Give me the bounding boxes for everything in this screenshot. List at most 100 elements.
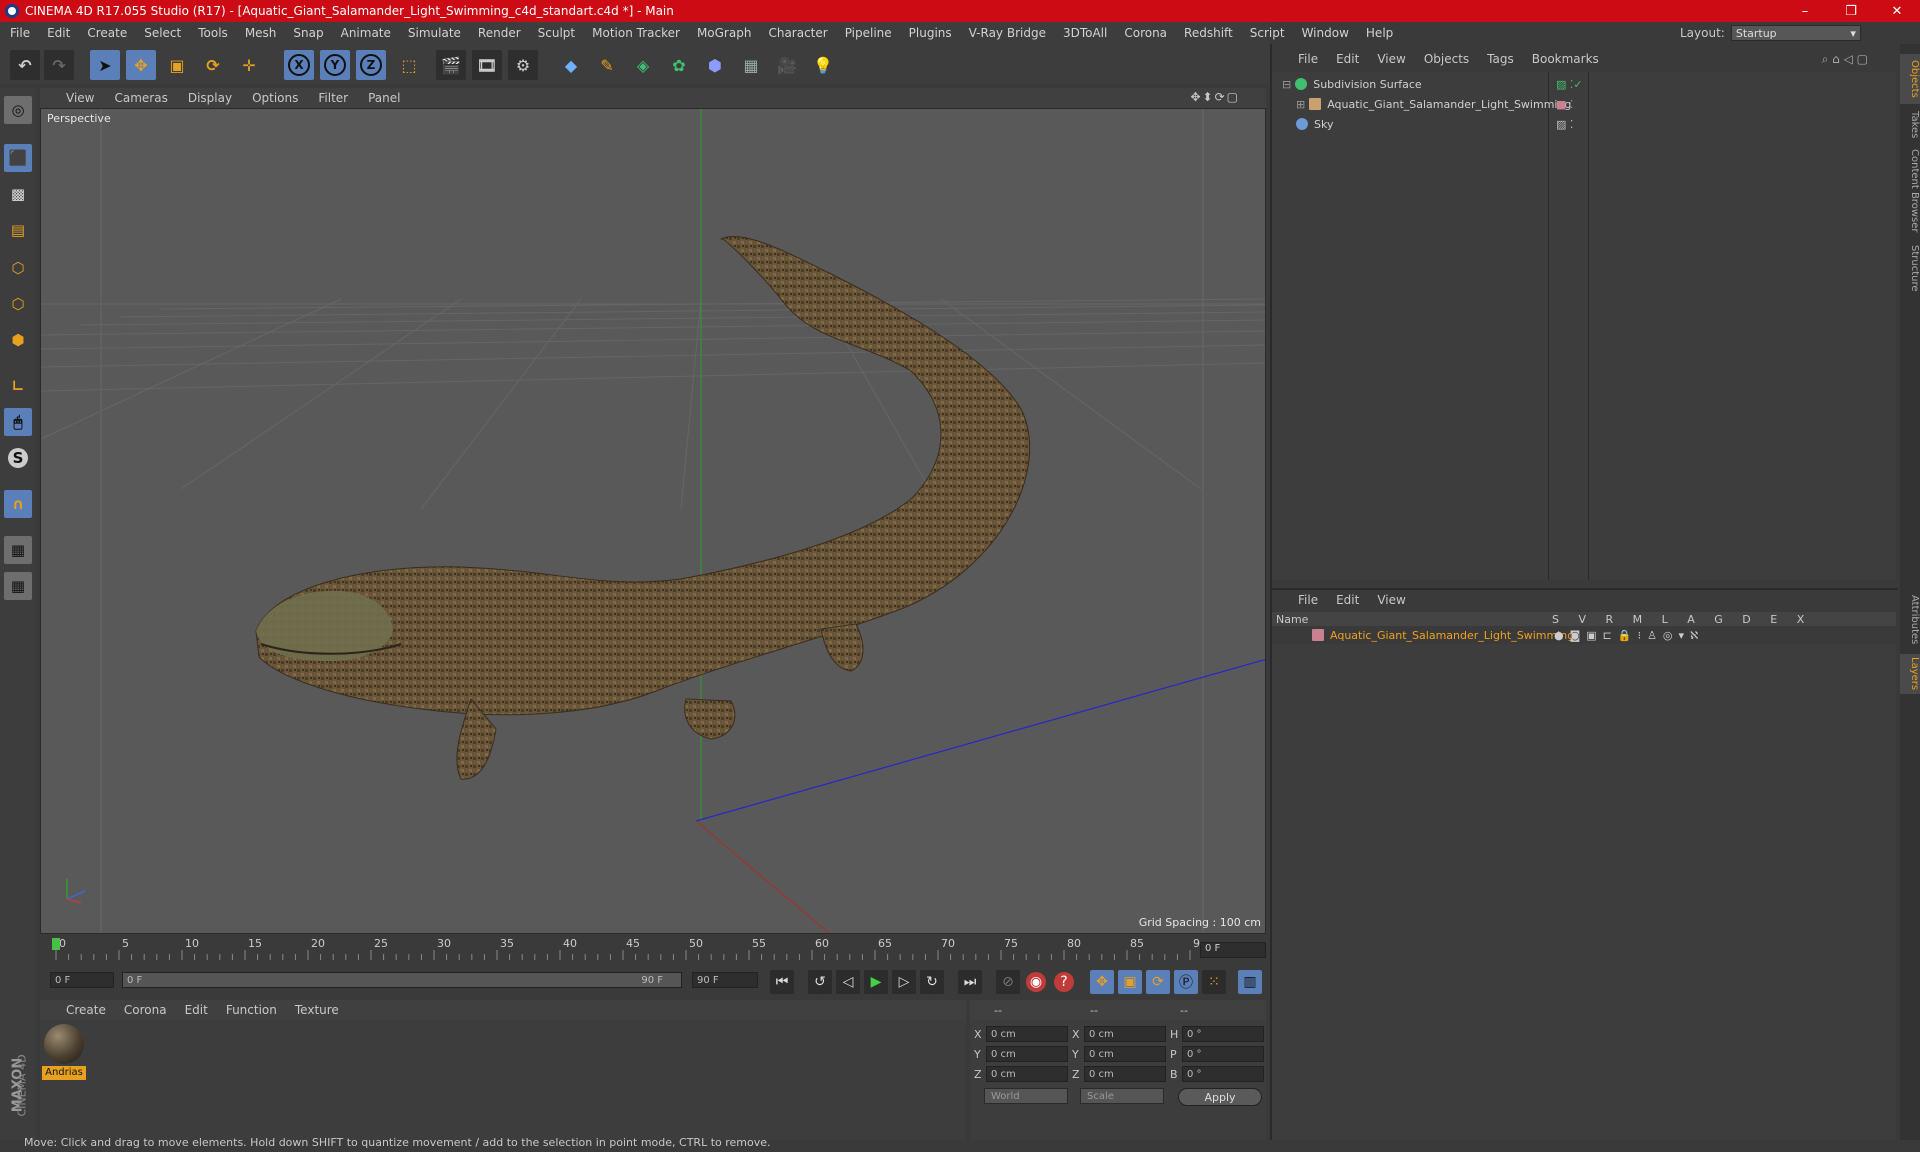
menu-mesh[interactable]: Mesh (245, 26, 277, 40)
material-menu-function[interactable]: Function (226, 1003, 277, 1017)
y-axis-lock-button[interactable]: Y (320, 50, 350, 80)
key-parameter-button[interactable]: Ⓟ (1174, 970, 1198, 994)
autokey-button[interactable]: ? (1054, 972, 1074, 992)
polygons-mode-button[interactable]: ⬢ (4, 326, 32, 354)
menu-corona[interactable]: Corona (1124, 26, 1167, 40)
axis-mode-button[interactable]: ∟ (4, 372, 32, 400)
make-editable-button[interactable]: ◎ (4, 96, 32, 124)
viewport-menu-view[interactable]: View (66, 91, 94, 105)
minimize-button[interactable]: – (1782, 0, 1828, 22)
transform-tool-button[interactable]: ✛ (234, 50, 264, 80)
layer-menu-file[interactable]: File (1298, 593, 1318, 607)
menu-snap[interactable]: Snap (293, 26, 323, 40)
tab-attributes[interactable]: Attributes (1900, 590, 1920, 650)
object-menu-objects[interactable]: Objects (1424, 52, 1469, 66)
viewport-menu-filter[interactable]: Filter (318, 91, 348, 105)
playhead[interactable] (52, 938, 60, 950)
key-position-button[interactable]: ✥ (1090, 970, 1114, 994)
tab-takes[interactable]: Takes (1900, 108, 1920, 142)
scale-tool-button[interactable]: ▣ (162, 50, 192, 80)
apply-button[interactable]: Apply (1178, 1088, 1262, 1106)
layout-dropdown[interactable]: Startup ▾ (1730, 25, 1861, 41)
object-row-salamander[interactable]: ⊞ Aquatic_Giant_Salamander_Light_Swimmin… (1272, 94, 1896, 114)
solo-button[interactable]: S (4, 444, 32, 472)
layer-row[interactable]: Aquatic_Giant_Salamander_Light_Swimming … (1272, 626, 1896, 644)
object-row-sky[interactable]: Sky ▨ ⁚ (1272, 114, 1896, 134)
material-menu-texture[interactable]: Texture (295, 1003, 339, 1017)
rot-h-field[interactable]: 0 ° (1182, 1026, 1264, 1042)
collapse-icon[interactable]: ⊟ (1282, 78, 1291, 91)
menu-motion-tracker[interactable]: Motion Tracker (592, 26, 680, 40)
edges-mode-button[interactable]: ⬡ (4, 290, 32, 318)
texture-mode-button[interactable]: ▩ (4, 180, 32, 208)
pos-x-field[interactable]: 0 cm (986, 1026, 1068, 1042)
move-tool-button[interactable]: ✥ (126, 50, 156, 80)
pos-y-field[interactable]: 0 cm (986, 1046, 1068, 1062)
live-selection-button[interactable]: ➤ (90, 50, 120, 80)
viewport-menu-cameras[interactable]: Cameras (114, 91, 167, 105)
rot-p-field[interactable]: 0 ° (1182, 1046, 1264, 1062)
add-nurbs-button[interactable]: ◈ (628, 50, 658, 80)
add-cube-button[interactable]: ◆ (556, 50, 586, 80)
menu-script[interactable]: Script (1250, 26, 1285, 40)
layer-flags-icons[interactable]: ●◙▣⊏🔒⁝♙◎▾ℵ (1554, 629, 1704, 642)
timeline-window-button[interactable]: ▥ (1238, 970, 1262, 994)
key-scale-button[interactable]: ▣ (1118, 970, 1142, 994)
snap-button[interactable]: ∩ (4, 490, 32, 518)
next-frame-button[interactable]: ▷ (892, 970, 916, 994)
go-to-end-button[interactable]: ⏭ (958, 970, 982, 994)
layer-color-swatch[interactable] (1312, 629, 1324, 641)
undo-button[interactable]: ↶ (10, 50, 40, 80)
menu-character[interactable]: Character (768, 26, 827, 40)
record-button[interactable]: ◉ (1026, 972, 1046, 992)
rotate-tool-button[interactable]: ⟳ (198, 50, 228, 80)
material-menu-create[interactable]: Create (66, 1003, 106, 1017)
menu-pipeline[interactable]: Pipeline (845, 26, 892, 40)
tab-layers[interactable]: Layers (1900, 654, 1920, 694)
go-to-start-button[interactable]: ⏮ (770, 970, 794, 994)
maximize-button[interactable]: ❐ (1828, 0, 1874, 22)
enabled-check-icon[interactable]: ▨ ⁚✓ (1556, 78, 1583, 91)
layer-menu-edit[interactable]: Edit (1336, 593, 1359, 607)
menu-tools[interactable]: Tools (198, 26, 228, 40)
visibility-dots-icon[interactable]: ▨ ⁚ (1556, 118, 1573, 131)
coordinate-system-button[interactable]: ⬚ (394, 50, 424, 80)
workplane-mode-button[interactable]: ▤ (4, 216, 32, 244)
z-axis-lock-button[interactable]: Z (356, 50, 386, 80)
workplane-lock-button[interactable]: ▦ (4, 536, 32, 564)
menu-file[interactable]: File (10, 26, 30, 40)
object-row-subdivision[interactable]: ⊟ Subdivision Surface ▨ ⁚✓ (1272, 74, 1896, 94)
rot-b-field[interactable]: 0 ° (1182, 1066, 1264, 1082)
previous-key-button[interactable]: ↺ (808, 970, 832, 994)
object-menu-file[interactable]: File (1298, 52, 1318, 66)
menu-help[interactable]: Help (1366, 26, 1393, 40)
key-rotation-button[interactable]: ⟳ (1146, 970, 1170, 994)
tab-structure[interactable]: Structure (1900, 240, 1920, 296)
viewport-navigation-icons[interactable]: ✥⬍⟳▢ (1190, 90, 1240, 104)
viewport-menu-panel[interactable]: Panel (368, 91, 400, 105)
end-frame-field[interactable]: 90 F (692, 972, 758, 988)
render-view-button[interactable]: 🎬 (436, 50, 466, 80)
size-z-field[interactable]: 0 cm (1084, 1066, 1166, 1082)
pos-z-field[interactable]: 0 cm (986, 1066, 1068, 1082)
menu-create[interactable]: Create (87, 26, 127, 40)
menu-select[interactable]: Select (144, 26, 181, 40)
current-frame-field[interactable]: 0 F (1200, 942, 1266, 958)
viewport-menu-options[interactable]: Options (252, 91, 298, 105)
points-mode-button[interactable]: ⬡ (4, 254, 32, 282)
viewport-menu-display[interactable]: Display (188, 91, 232, 105)
material-menu-corona[interactable]: Corona (124, 1003, 167, 1017)
key-pla-button[interactable]: ⁙ (1202, 970, 1226, 994)
material-menu-edit[interactable]: Edit (185, 1003, 208, 1017)
play-button[interactable]: ▶ (864, 970, 888, 994)
menu-sculpt[interactable]: Sculpt (538, 26, 575, 40)
tab-objects[interactable]: Objects (1900, 54, 1920, 104)
menu-render[interactable]: Render (478, 26, 521, 40)
expand-icon[interactable]: ⊞ (1296, 98, 1305, 111)
size-mode-dropdown[interactable]: Scale (1080, 1088, 1164, 1104)
tweak-mode-button[interactable]: 🖱 (4, 408, 32, 436)
render-picture-viewer-button[interactable]: 🎞 (472, 50, 502, 80)
redo-button[interactable]: ↷ (44, 50, 74, 80)
previous-frame-button[interactable]: ◁ (836, 970, 860, 994)
perspective-viewport[interactable]: Perspective Grid Spacing : 100 cm (40, 108, 1266, 934)
